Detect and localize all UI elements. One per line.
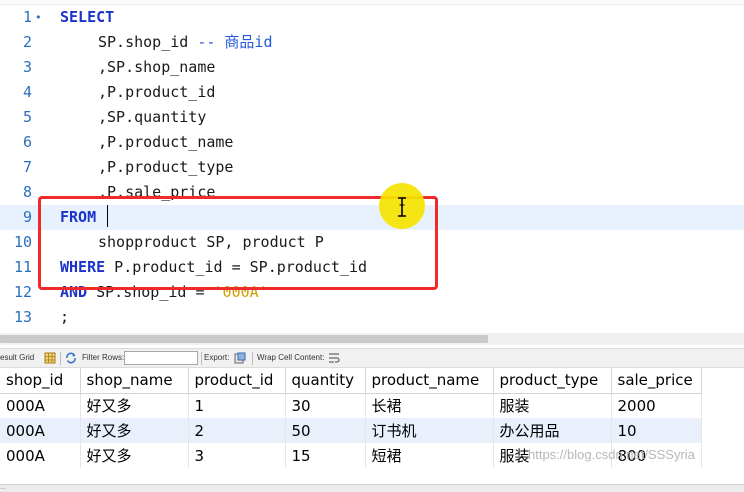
cell-product_id[interactable]: 1 bbox=[188, 393, 286, 418]
code-line-1[interactable]: 1 • SELECT bbox=[0, 5, 744, 30]
cell-product_type[interactable]: 服装 bbox=[493, 393, 612, 418]
sql-editor[interactable]: 1 • SELECT 2 SP.shop_id -- 商品id 3 ,SP.shop_nam… bbox=[0, 0, 744, 333]
code-text: ,P.product_name bbox=[98, 130, 233, 155]
export-icon[interactable] bbox=[234, 352, 246, 364]
line-number: 9 bbox=[22, 208, 32, 226]
line-number: 6 bbox=[22, 133, 32, 151]
line-number: 8 bbox=[22, 183, 32, 201]
cell-quantity[interactable]: 30 bbox=[285, 393, 366, 418]
cell-product_type[interactable]: 办公用品 bbox=[493, 418, 612, 443]
line-number: 1 bbox=[22, 8, 32, 26]
code-text: ; bbox=[60, 305, 69, 330]
column-header-shop_id[interactable]: shop_id bbox=[0, 368, 81, 394]
code-text: ,SP.shop_name bbox=[98, 55, 215, 80]
line-number: 2 bbox=[22, 33, 32, 51]
code-line-2[interactable]: 2 SP.shop_id -- 商品id bbox=[0, 30, 744, 55]
toolbar-separator bbox=[252, 352, 253, 365]
toolbar-separator bbox=[60, 352, 61, 365]
code-text: ,SP.quantity bbox=[98, 105, 206, 130]
code-text: SP.shop_id -- 商品id bbox=[98, 30, 273, 55]
code-line-4[interactable]: 4 ,P.product_id bbox=[0, 80, 744, 105]
bottom-status-strip: ... bbox=[0, 484, 744, 492]
cell-shop_name[interactable]: 好又多 bbox=[80, 393, 189, 418]
line-number: 11 bbox=[13, 258, 32, 276]
watermark-text: https://blog.csdn.net/SSSyria bbox=[528, 447, 695, 462]
sql-token: ,P.product_name bbox=[98, 133, 234, 151]
wrap-text-icon[interactable] bbox=[328, 352, 340, 364]
sql-keyword: SELECT bbox=[60, 8, 115, 26]
column-header-quantity[interactable]: quantity bbox=[285, 368, 366, 394]
fold-marker-icon[interactable]: • bbox=[35, 5, 42, 30]
column-header-product_type[interactable]: product_type bbox=[493, 368, 612, 394]
line-number: 7 bbox=[22, 158, 32, 176]
cell-product_name[interactable]: 短裙 bbox=[365, 443, 494, 468]
column-header-product_id[interactable]: product_id bbox=[188, 368, 286, 394]
grid-view-icon[interactable] bbox=[44, 352, 56, 364]
sql-token: ,P.product_type bbox=[98, 158, 234, 176]
cell-quantity[interactable]: 50 bbox=[285, 418, 366, 443]
column-header-sale_price[interactable]: sale_price bbox=[611, 368, 702, 394]
result-grid-label[interactable]: esult Grid bbox=[0, 353, 34, 362]
line-number: 10 bbox=[13, 233, 32, 251]
sql-token: ,P.product_id bbox=[98, 83, 216, 101]
cell-product_name[interactable]: 长裙 bbox=[365, 393, 494, 418]
filter-rows-input[interactable] bbox=[124, 351, 198, 365]
code-line-5[interactable]: 5 ,SP.quantity bbox=[0, 105, 744, 130]
grid-header-row: shop_id shop_name product_id quantity produc… bbox=[0, 368, 702, 394]
code-text: ,P.product_type bbox=[98, 155, 233, 180]
code-line-13[interactable]: 13; bbox=[0, 305, 744, 330]
toolbar-separator bbox=[201, 352, 202, 365]
sql-token: SP.shop_id bbox=[98, 33, 198, 51]
refresh-icon[interactable] bbox=[65, 352, 77, 364]
cell-product_id[interactable]: 3 bbox=[188, 443, 286, 468]
export-label: Export: bbox=[204, 353, 230, 362]
cell-shop_id[interactable]: 000A bbox=[0, 418, 81, 443]
cell-shop_name[interactable]: 好又多 bbox=[80, 443, 189, 468]
cell-sale_price[interactable]: 10 bbox=[611, 418, 702, 443]
table-row[interactable]: 000A 好又多 2 50 订书机 办公用品 10 bbox=[0, 418, 702, 443]
cell-quantity[interactable]: 15 bbox=[285, 443, 366, 468]
cell-shop_name[interactable]: 好又多 bbox=[80, 418, 189, 443]
ibeam-cursor-icon bbox=[398, 197, 406, 217]
line-number: 5 bbox=[22, 108, 32, 126]
cell-shop_id[interactable]: 000A bbox=[0, 443, 81, 468]
sql-token: ,SP.quantity bbox=[98, 108, 207, 126]
cell-sale_price[interactable]: 2000 bbox=[611, 393, 702, 418]
code-line-7[interactable]: 7 ,P.product_type bbox=[0, 155, 744, 180]
result-toolbar: esult Grid Filter Rows: Export: Wrap Cel… bbox=[0, 348, 744, 368]
sql-token: ; bbox=[60, 308, 70, 326]
cell-product_name[interactable]: 订书机 bbox=[365, 418, 494, 443]
editor-horizontal-scrollbar[interactable] bbox=[0, 333, 744, 345]
table-row[interactable]: 000A 好又多 1 30 长裙 服装 2000 bbox=[0, 393, 702, 418]
line-number: 4 bbox=[22, 83, 32, 101]
sql-comment: -- 商品id bbox=[197, 33, 273, 51]
line-number: 13 bbox=[13, 308, 32, 326]
cell-shop_id[interactable]: 000A bbox=[0, 393, 81, 418]
code-line-6[interactable]: 6 ,P.product_name bbox=[0, 130, 744, 155]
highlight-annotation-box bbox=[38, 196, 438, 290]
wrap-cell-content-label: Wrap Cell Content: bbox=[257, 353, 325, 362]
bottom-strip-label: ... bbox=[0, 484, 6, 491]
scrollbar-thumb[interactable] bbox=[0, 335, 488, 343]
code-text: ,P.product_id bbox=[98, 80, 215, 105]
column-header-shop_name[interactable]: shop_name bbox=[80, 368, 189, 394]
sql-token: ,SP.shop_name bbox=[98, 58, 216, 76]
code-line-3[interactable]: 3 ,SP.shop_name bbox=[0, 55, 744, 80]
line-number: 3 bbox=[22, 58, 32, 76]
cell-product_id[interactable]: 2 bbox=[188, 418, 286, 443]
line-number: 12 bbox=[13, 283, 32, 301]
filter-rows-label: Filter Rows: bbox=[82, 353, 125, 362]
column-header-product_name[interactable]: product_name bbox=[365, 368, 494, 394]
code-text: SELECT bbox=[60, 5, 114, 30]
